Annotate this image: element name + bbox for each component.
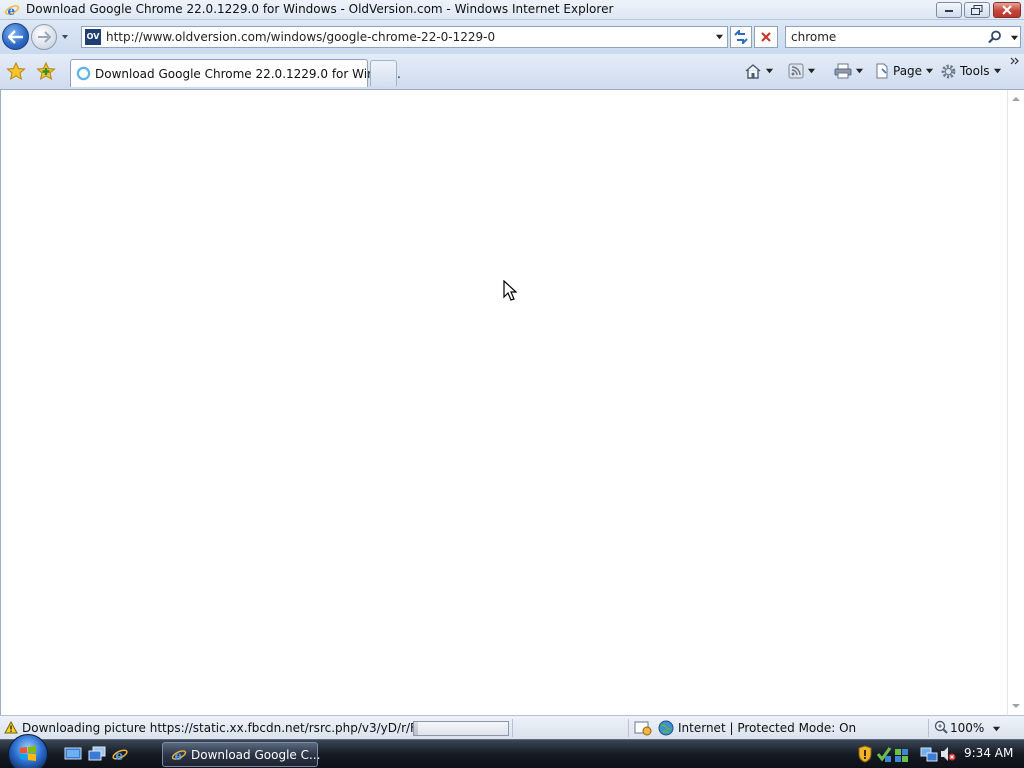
zoom-dropdown-icon[interactable] bbox=[992, 725, 1001, 734]
minimize-button[interactable] bbox=[936, 2, 962, 18]
minimize-icon bbox=[945, 10, 953, 12]
back-button[interactable] bbox=[2, 23, 29, 50]
home-button[interactable] bbox=[744, 60, 774, 82]
popup-blocker-icon[interactable] bbox=[634, 720, 652, 736]
stop-button[interactable] bbox=[754, 26, 778, 48]
print-button[interactable] bbox=[834, 60, 864, 82]
feeds-icon bbox=[788, 63, 804, 79]
progress-fill bbox=[414, 722, 418, 735]
loading-spinner-icon bbox=[76, 66, 91, 81]
switch-windows-icon[interactable] bbox=[88, 746, 106, 762]
page-icon bbox=[876, 63, 888, 79]
home-icon bbox=[745, 64, 761, 79]
security-shield-icon[interactable] bbox=[858, 745, 872, 763]
scroll-down-arrow-icon[interactable] bbox=[1012, 703, 1020, 709]
close-button[interactable] bbox=[993, 2, 1021, 18]
refresh-icon bbox=[734, 30, 748, 44]
print-dropdown-icon[interactable] bbox=[855, 67, 864, 76]
recent-pages-dropdown-icon[interactable] bbox=[60, 32, 70, 42]
back-arrow-icon bbox=[7, 29, 23, 44]
feeds-dropdown-icon[interactable] bbox=[807, 67, 816, 76]
internet-explorer-icon: e bbox=[4, 2, 20, 18]
refresh-button[interactable] bbox=[730, 26, 752, 48]
zoom-icon[interactable] bbox=[934, 720, 948, 734]
search-options-dropdown-icon[interactable] bbox=[1010, 34, 1019, 43]
status-message: Downloading picture https://static.xx.fb… bbox=[22, 721, 456, 735]
start-button[interactable] bbox=[8, 734, 48, 768]
stop-icon bbox=[761, 32, 771, 42]
download-progress-bar bbox=[413, 721, 509, 736]
add-to-favorites-icon[interactable] bbox=[36, 62, 56, 80]
page-dropdown-icon bbox=[925, 68, 934, 73]
page-content-area[interactable] bbox=[0, 90, 1024, 715]
page-menu-button[interactable]: Page bbox=[874, 60, 934, 82]
page-menu-label: Page bbox=[893, 64, 923, 78]
network-icon[interactable] bbox=[920, 745, 938, 763]
taskbar-button-ie[interactable]: e Download Google C... bbox=[162, 742, 321, 767]
taskbar: e e Download Google C... 9:34 AM bbox=[0, 734, 1024, 768]
address-bar[interactable]: OV http://www.oldversion.com/windows/goo… bbox=[81, 26, 728, 48]
tools-dropdown-icon bbox=[993, 68, 1001, 73]
status-separator bbox=[628, 719, 629, 737]
internet-explorer-icon: e bbox=[171, 749, 187, 763]
tools-menu-button[interactable]: Tools bbox=[940, 60, 1002, 82]
url-text[interactable]: http://www.oldversion.com/windows/google… bbox=[106, 30, 495, 44]
tab-command-bar: Download Google Chrome 22.0.1229.0 for W… bbox=[0, 54, 1024, 90]
system-clock[interactable]: 9:34 AM bbox=[964, 746, 1013, 760]
taskbar-green-icon[interactable] bbox=[894, 745, 910, 763]
search-input[interactable] bbox=[791, 29, 981, 45]
status-bar: Downloading picture https://static.xx.fb… bbox=[0, 715, 1024, 739]
close-icon bbox=[1002, 5, 1012, 15]
mouse-cursor-icon bbox=[503, 280, 517, 301]
internet-explorer-icon[interactable]: e bbox=[111, 746, 129, 763]
svg-text:e: e bbox=[175, 749, 183, 763]
status-separator bbox=[928, 719, 929, 737]
internet-zone-globe-icon[interactable] bbox=[658, 720, 674, 736]
more-commands-chevron-icon[interactable] bbox=[1010, 57, 1020, 67]
windows-logo-icon bbox=[20, 746, 36, 761]
tools-gear-icon bbox=[941, 64, 956, 78]
taskbar-button-label: Download Google C... bbox=[191, 748, 321, 762]
feeds-button[interactable] bbox=[788, 60, 816, 82]
address-dropdown-icon[interactable] bbox=[715, 33, 724, 42]
print-icon bbox=[834, 63, 852, 79]
tab-label: Download Google Chrome 22.0.1229.0 for W… bbox=[95, 67, 401, 81]
vertical-scrollbar[interactable] bbox=[1007, 90, 1024, 715]
windows-defender-icon[interactable] bbox=[876, 745, 892, 763]
search-box[interactable] bbox=[785, 26, 1021, 48]
search-icon[interactable] bbox=[988, 30, 1002, 44]
favorites-center-icon[interactable] bbox=[6, 62, 26, 80]
status-separator bbox=[512, 719, 513, 737]
security-zone-label[interactable]: Internet | Protected Mode: On bbox=[678, 721, 856, 735]
svg-text:e: e bbox=[115, 749, 123, 763]
home-dropdown-icon[interactable] bbox=[765, 67, 774, 76]
forward-arrow-icon bbox=[38, 31, 51, 43]
window-title: Download Google Chrome 22.0.1229.0 for W… bbox=[26, 2, 614, 16]
window-title-bar[interactable]: e Download Google Chrome 22.0.1229.0 for… bbox=[0, 0, 1024, 20]
volume-muted-icon[interactable] bbox=[940, 745, 956, 763]
tools-menu-label: Tools bbox=[960, 64, 990, 78]
tab-active[interactable]: Download Google Chrome 22.0.1229.0 for W… bbox=[70, 59, 401, 87]
warning-icon bbox=[4, 721, 18, 734]
zoom-level[interactable]: 100% bbox=[950, 721, 984, 735]
maximize-icon bbox=[971, 5, 983, 15]
new-tab-button[interactable] bbox=[370, 60, 397, 86]
show-desktop-icon[interactable] bbox=[64, 746, 82, 762]
forward-button[interactable] bbox=[31, 24, 57, 50]
restore-button[interactable] bbox=[964, 2, 990, 18]
svg-text:e: e bbox=[8, 4, 16, 18]
scroll-up-arrow-icon[interactable] bbox=[1012, 96, 1020, 102]
navigation-bar: OV http://www.oldversion.com/windows/goo… bbox=[0, 20, 1024, 54]
site-favicon: OV bbox=[85, 29, 101, 45]
